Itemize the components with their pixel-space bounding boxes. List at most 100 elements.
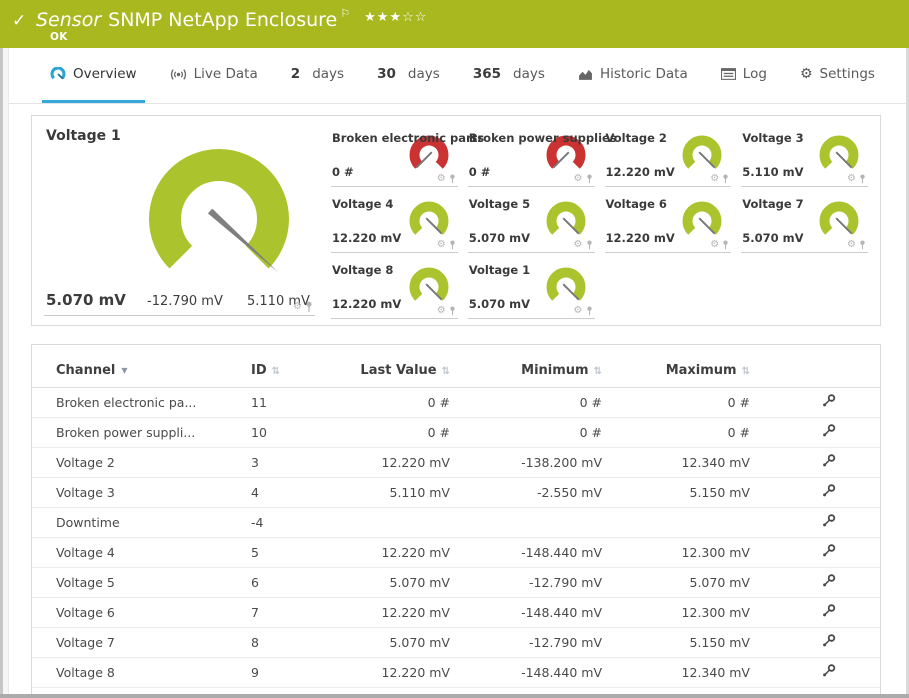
- channel-settings-icon[interactable]: [822, 454, 836, 471]
- gauge-cell-voltage-4[interactable]: Voltage 4 12.220 mV ⚙: [331, 191, 458, 253]
- pin-icon[interactable]: [449, 174, 456, 184]
- tab-30-days[interactable]: 30 days: [369, 48, 448, 103]
- cell-channel: Downtime: [32, 507, 237, 538]
- gauge-cell-voltage-6[interactable]: Voltage 6 12.220 mV ⚙: [604, 191, 732, 253]
- gear-icon[interactable]: ⚙: [847, 240, 856, 250]
- pin-icon[interactable]: [449, 306, 456, 316]
- column-header-channel[interactable]: Channel ▼: [32, 345, 237, 388]
- gear-icon[interactable]: ⚙: [437, 306, 446, 316]
- gauge-cell-empty: [605, 257, 732, 319]
- gear-icon[interactable]: ⚙: [710, 240, 719, 250]
- gear-icon[interactable]: ⚙: [847, 174, 856, 184]
- column-header-last-value[interactable]: Last Value ⇅: [332, 345, 462, 388]
- gauge-cell-broken-electronic-parts[interactable]: Broken electronic parts 0 # ⚙: [331, 125, 484, 187]
- channel-settings-icon[interactable]: [822, 574, 836, 591]
- gear-icon[interactable]: ⚙: [437, 240, 446, 250]
- gauge-value: 12.220 mV: [332, 297, 402, 311]
- cell-id: 7: [237, 597, 332, 628]
- gauge-cell-voltage-8[interactable]: Voltage 8 12.220 mV ⚙: [331, 257, 458, 319]
- cell-id: 6: [237, 567, 332, 598]
- pin-icon[interactable]: [586, 306, 593, 316]
- gear-icon[interactable]: ⚙: [574, 240, 583, 250]
- left-page-rail: [0, 48, 9, 698]
- tab-log[interactable]: Log: [713, 48, 775, 103]
- flag-icon[interactable]: ⚐: [340, 7, 350, 20]
- gauge-cell-voltage-3[interactable]: Voltage 3 5.110 mV ⚙: [741, 125, 868, 187]
- table-row[interactable]: Voltage 8 9 12.220 mV -148.440 mV 12.340…: [32, 657, 880, 688]
- channels-table-panel: Channel ▼ ID ⇅ Last Value ⇅ Minimum ⇅ Maximu…: [31, 344, 881, 698]
- table-row[interactable]: Voltage 4 5 12.220 mV -148.440 mV 12.300…: [32, 537, 880, 568]
- gauge-value: 5.070 mV: [742, 231, 804, 245]
- log-list-icon: [720, 68, 736, 80]
- gauge-cell-voltage-1[interactable]: Voltage 1 5.070 mV ⚙: [467, 257, 595, 319]
- sort-icon: ⇅: [741, 366, 750, 377]
- channel-settings-icon[interactable]: [822, 604, 836, 621]
- table-row[interactable]: Broken power suppli... 10 0 # 0 # 0 #: [32, 417, 880, 448]
- gauge-cell-voltage-7[interactable]: Voltage 7 5.070 mV ⚙: [741, 191, 868, 253]
- status-badge: OK: [50, 31, 68, 43]
- channel-settings-icon[interactable]: [822, 544, 836, 561]
- channel-settings-icon[interactable]: [822, 394, 836, 411]
- gear-icon[interactable]: ⚙: [293, 302, 302, 312]
- gauge-cell-voltage-2[interactable]: Voltage 2 12.220 mV ⚙: [604, 125, 732, 187]
- priority-stars[interactable]: ★★★☆☆: [364, 10, 427, 25]
- tab-live-data[interactable]: Live Data: [162, 48, 266, 103]
- table-row[interactable]: Voltage 7 8 5.070 mV -12.790 mV 5.150 mV: [32, 627, 880, 658]
- tab-overview[interactable]: Overview: [42, 48, 145, 103]
- tab-settings[interactable]: ⚙ Settings: [792, 48, 883, 103]
- column-header-actions: [762, 345, 880, 388]
- sort-desc-icon: ▼: [121, 366, 128, 375]
- gauges-panel: Voltage 1 5.070 mV -12.790 mV 5.110 mV ⚙…: [31, 115, 881, 326]
- pin-icon[interactable]: [586, 174, 593, 184]
- gear-icon[interactable]: ⚙: [437, 174, 446, 184]
- cell-channel: Voltage 5: [32, 567, 237, 598]
- gear-icon[interactable]: ⚙: [574, 306, 583, 316]
- table-row[interactable]: Voltage 6 7 12.220 mV -148.440 mV 12.300…: [32, 597, 880, 628]
- gear-icon[interactable]: ⚙: [574, 174, 583, 184]
- gauge-cell-voltage-5[interactable]: Voltage 5 5.070 mV ⚙: [467, 191, 595, 253]
- cell-id: 11: [237, 387, 332, 418]
- pin-icon[interactable]: [305, 301, 313, 313]
- primary-gauge-footer: 5.070 mV -12.790 mV 5.110 mV ⚙: [44, 290, 315, 316]
- gauge-ok: [819, 201, 859, 235]
- channel-settings-icon[interactable]: [822, 484, 836, 501]
- gauge-cell-broken-power-supplies[interactable]: Broken power supplies 0 # ⚙: [467, 125, 617, 187]
- cell-channel: Voltage 2: [32, 447, 237, 478]
- tab-label: days: [407, 66, 440, 82]
- channel-settings-icon[interactable]: [822, 424, 836, 441]
- column-header-id[interactable]: ID ⇅: [237, 345, 332, 388]
- channel-settings-icon[interactable]: [822, 634, 836, 651]
- pin-icon[interactable]: [722, 174, 729, 184]
- table-row[interactable]: Downtime -4: [32, 507, 880, 538]
- pin-icon[interactable]: [859, 174, 866, 184]
- bottom-scrollbar-strip[interactable]: [0, 694, 909, 698]
- tab-label: Historic Data: [599, 66, 688, 82]
- gear-icon[interactable]: ⚙: [710, 174, 719, 184]
- settings-gear-icon: ⚙: [799, 66, 813, 82]
- cell-maximum: 12.300 mV: [614, 537, 762, 568]
- table-row[interactable]: Voltage 2 3 12.220 mV -138.200 mV 12.340…: [32, 447, 880, 478]
- cell-minimum: -148.440 mV: [462, 537, 614, 568]
- table-row[interactable]: Voltage 5 6 5.070 mV -12.790 mV 5.070 mV: [32, 567, 880, 598]
- pin-icon[interactable]: [449, 240, 456, 250]
- cell-minimum: -12.790 mV: [462, 567, 614, 598]
- primary-gauge-cell[interactable]: Voltage 1 5.070 mV -12.790 mV 5.110 mV ⚙: [32, 116, 317, 325]
- pin-icon[interactable]: [859, 240, 866, 250]
- tab-historic-data[interactable]: Historic Data: [570, 48, 696, 103]
- tab-365-days[interactable]: 365 days: [465, 48, 553, 103]
- cell-channel: Broken power suppli...: [32, 417, 237, 448]
- table-row[interactable]: Voltage 3 4 5.110 mV -2.550 mV 5.150 mV: [32, 477, 880, 508]
- primary-gauge: [149, 149, 289, 273]
- pin-icon[interactable]: [586, 240, 593, 250]
- column-header-maximum[interactable]: Maximum ⇅: [614, 345, 762, 388]
- pin-icon[interactable]: [722, 240, 729, 250]
- column-header-minimum[interactable]: Minimum ⇅: [462, 345, 614, 388]
- small-gauges-grid: Broken electronic parts 0 # ⚙ Broken pow…: [317, 116, 880, 325]
- cell-last-value: 0 #: [332, 387, 462, 418]
- channel-settings-icon[interactable]: [822, 664, 836, 681]
- tab-2-days[interactable]: 2 days: [283, 48, 352, 103]
- table-row[interactable]: Broken electronic pa... 11 0 # 0 # 0 #: [32, 387, 880, 418]
- channel-settings-icon[interactable]: [822, 514, 836, 531]
- cell-last-value: 12.220 mV: [332, 537, 462, 568]
- gauge-ok: [546, 201, 585, 235]
